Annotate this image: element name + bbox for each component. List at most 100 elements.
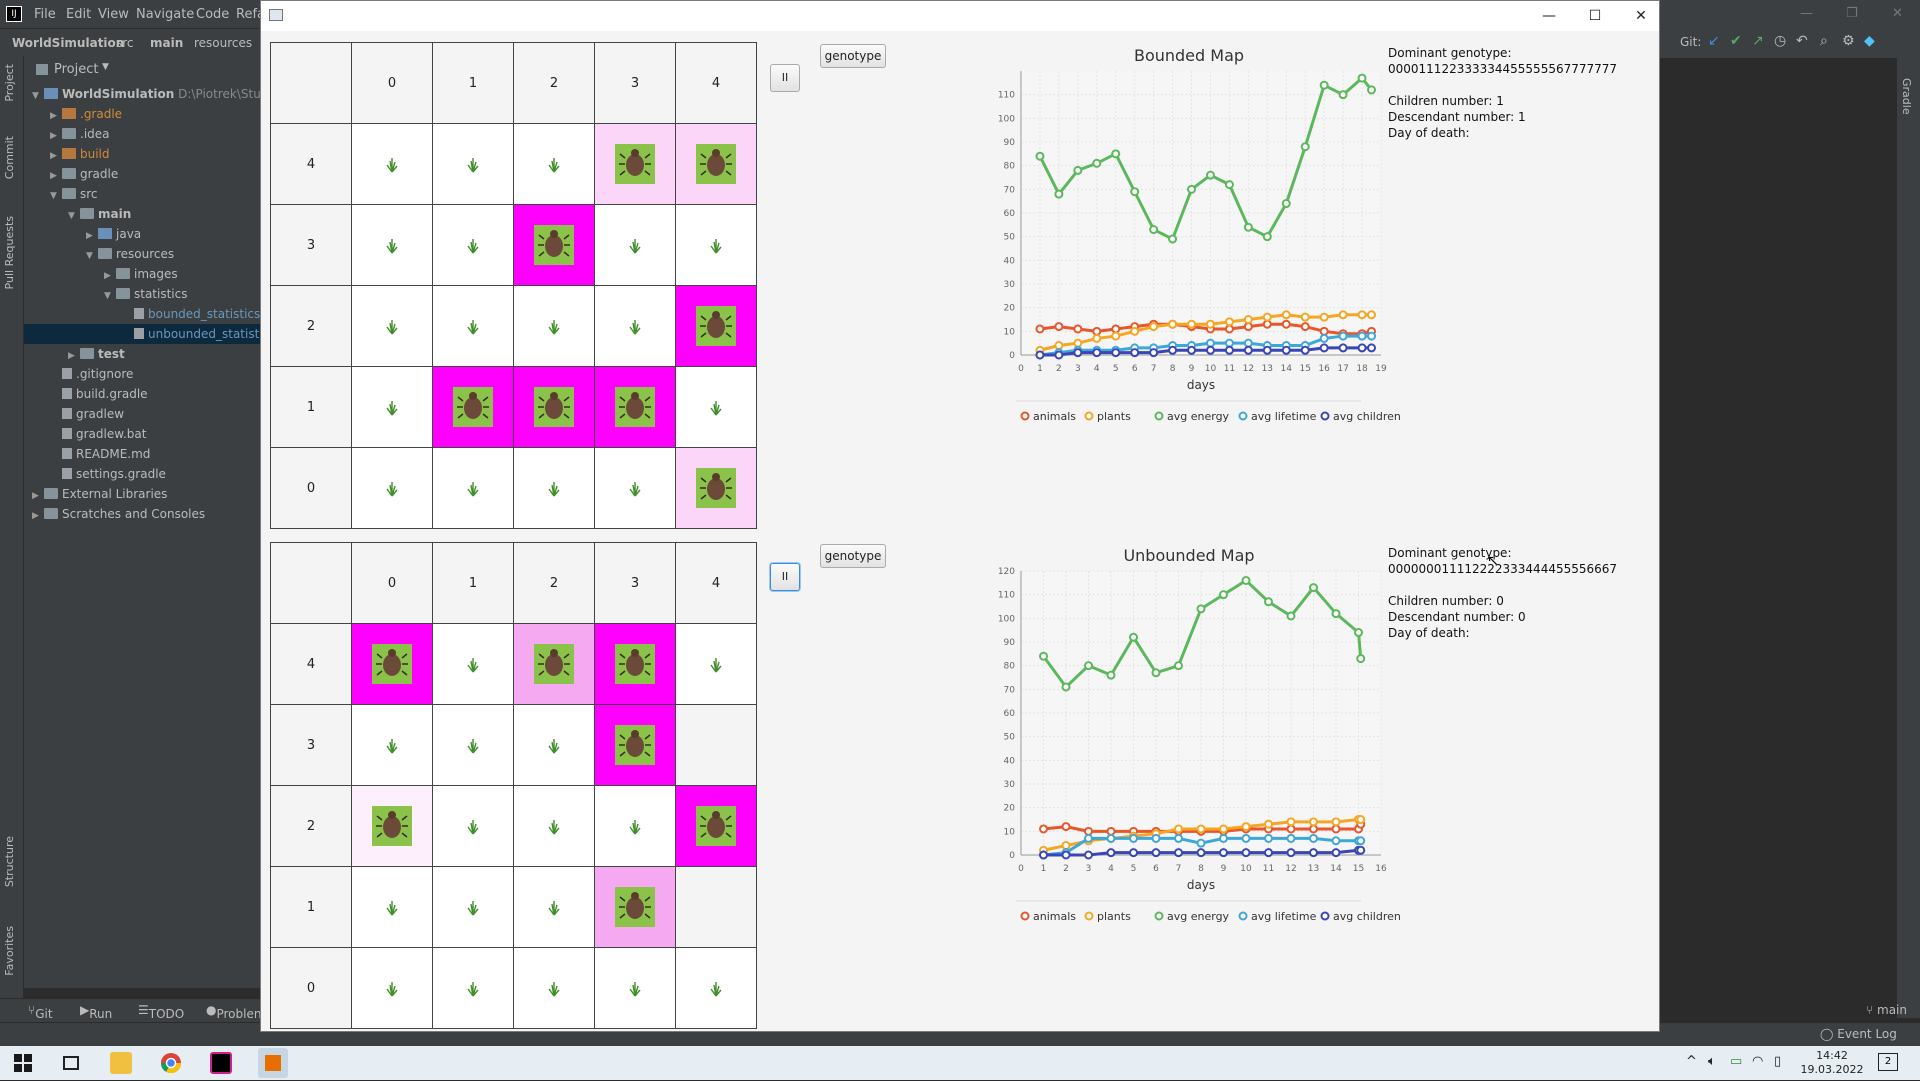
rollback-icon[interactable]: ↶ [1796,33,1808,49]
chevron-down-icon[interactable]: ▼ [68,206,80,226]
tree-item[interactable]: ▼ main [24,204,260,224]
tab-gradle[interactable]: Gradle [1900,78,1913,115]
tree-item[interactable]: .gitignore [24,364,260,384]
close-button[interactable]: ✕ [1621,5,1661,27]
minimize-button[interactable]: — [1529,5,1569,27]
git-push-icon[interactable]: ↗ [1752,33,1764,49]
tree-item[interactable]: unbounded_statistic [24,324,269,344]
menu-view[interactable]: View [98,7,129,22]
map-cell-grass[interactable] [514,286,594,366]
chevron-down-icon[interactable]: ▼ [102,62,109,72]
intellij-taskbar-icon[interactable] [210,1052,232,1074]
windows-start-icon[interactable] [12,1052,34,1074]
tree-item[interactable]: ▶ test [24,344,260,364]
ide-close-icon[interactable]: ✕ [1892,6,1903,21]
chevron-down-icon[interactable]: ▼ [32,86,44,106]
chevron-right-icon[interactable]: ▶ [32,506,44,526]
tree-item[interactable]: ▶ images [24,264,260,284]
task-view-icon[interactable] [60,1052,82,1074]
chevron-right-icon[interactable]: ▶ [50,146,62,166]
map-cell-animal[interactable] [595,867,675,947]
menu-navigate[interactable]: Navigate [136,7,194,22]
chrome-icon[interactable] [160,1052,182,1074]
project-view-selector[interactable]: Project [54,62,98,77]
chevron-down-icon[interactable]: ▼ [86,246,98,266]
git-commit-icon[interactable]: ✔ [1730,33,1742,49]
map-cell-grass[interactable] [433,205,513,285]
chevron-right-icon[interactable]: ▶ [50,166,62,186]
wifi-icon[interactable]: ◠ [1752,1054,1763,1069]
tree-item[interactable]: README.md [24,444,260,464]
tab-commit[interactable]: Commit [3,136,16,179]
tree-item[interactable]: ▶ .idea [24,124,260,144]
history-icon[interactable]: ◷ [1774,33,1786,49]
map-cell-animal[interactable] [514,205,594,285]
map-cell-animal[interactable] [352,624,432,704]
map-cell-grass[interactable] [352,205,432,285]
gear-icon[interactable]: ⚙ [1842,33,1855,49]
map-cell-animal[interactable] [514,367,594,447]
map-cell-empty[interactable] [676,705,756,785]
map-cell-animal[interactable] [676,786,756,866]
show-hidden-icons-icon[interactable]: ^ [1686,1054,1697,1069]
git-update-icon[interactable]: ↙ [1708,33,1720,49]
chevron-down-icon[interactable]: ▼ [50,186,62,206]
tree-item[interactable]: ▶ Scratches and Consoles [24,504,260,524]
java-app-taskbar-icon[interactable] [258,1048,288,1078]
map-cell-grass[interactable] [595,948,675,1028]
chevron-right-icon[interactable]: ▶ [68,346,80,366]
tree-item[interactable]: ▼ resources [24,244,260,264]
map-cell-grass[interactable] [433,867,513,947]
map-cell-animal[interactable] [433,367,513,447]
map-cell-grass[interactable] [514,948,594,1028]
map-cell-animal[interactable] [676,448,756,528]
menu-edit[interactable]: Edit [66,7,91,22]
map-cell-grass[interactable] [514,124,594,204]
breadcrumb-src[interactable]: src [116,36,134,50]
map-cell-empty[interactable] [676,867,756,947]
menu-file[interactable]: File [34,7,56,22]
map-cell-grass[interactable] [595,205,675,285]
ide-restore-icon[interactable]: ❐ [1846,6,1858,21]
map-cell-animal[interactable] [514,624,594,704]
tab-todo[interactable]: ☰ TODO [138,1003,184,1021]
tree-item[interactable]: gradlew [24,404,260,424]
map-cell-grass[interactable] [352,948,432,1028]
network-icon[interactable]: ▯ [1774,1054,1781,1069]
unbounded-pause-button[interactable]: II [770,563,800,591]
map-cell-grass[interactable] [433,705,513,785]
chevron-right-icon[interactable]: ▶ [104,266,116,286]
ide-minimize-icon[interactable]: — [1800,6,1813,21]
map-cell-grass[interactable] [352,867,432,947]
map-cell-grass[interactable] [433,624,513,704]
tree-item[interactable]: settings.gradle [24,464,260,484]
map-cell-grass[interactable] [676,624,756,704]
tree-item[interactable]: gradlew.bat [24,424,260,444]
chevron-right-icon[interactable]: ▶ [32,486,44,506]
tree-item[interactable]: ▶ java [24,224,260,244]
tab-structure[interactable]: Structure [3,836,16,887]
tree-item[interactable]: build.gradle [24,384,260,404]
map-cell-grass[interactable] [433,448,513,528]
map-cell-grass[interactable] [352,367,432,447]
map-cell-grass[interactable] [514,867,594,947]
map-cell-animal[interactable] [595,624,675,704]
map-cell-grass[interactable] [514,705,594,785]
tab-git[interactable]: ⑂ Git [28,1003,53,1021]
map-cell-grass[interactable] [352,705,432,785]
tree-item[interactable]: ▶ External Libraries [24,484,260,504]
tab-pull-requests[interactable]: Pull Requests [3,216,16,289]
map-cell-grass[interactable] [514,786,594,866]
tab-run[interactable]: ▶ Run [80,1003,112,1021]
battery-icon[interactable]: ▭ [1730,1054,1742,1069]
maximize-button[interactable]: ☐ [1575,5,1615,27]
toolbox-icon[interactable]: ◆ [1864,33,1875,49]
map-cell-grass[interactable] [433,948,513,1028]
tree-item[interactable]: ▼ statistics [24,284,260,304]
event-log-button[interactable]: ◯ Event Log [1820,1027,1897,1041]
tree-item[interactable]: ▼ src [24,184,260,204]
tree-item[interactable]: ▼ WorldSimulation D:\Piotrek\Studia\ [24,84,283,106]
volume-icon[interactable]: 🔈︎ [1708,1054,1716,1069]
bounded-pause-button[interactable]: II [770,64,800,92]
chevron-right-icon[interactable]: ▶ [50,106,62,126]
